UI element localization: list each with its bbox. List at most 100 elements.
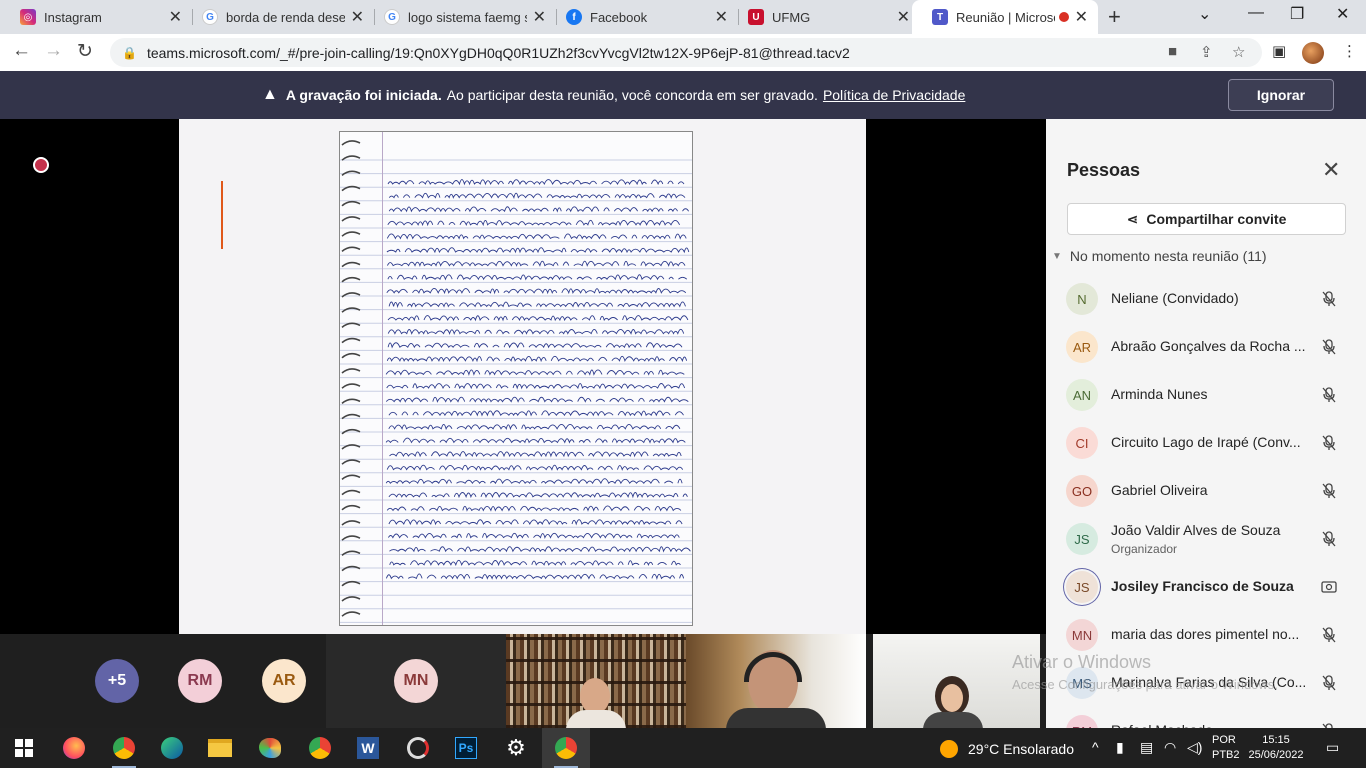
settings-gear-icon[interactable]: ⚙	[492, 728, 540, 768]
new-tab-button[interactable]: +	[1108, 4, 1121, 30]
participant-name: Arminda Nunes	[1111, 386, 1208, 402]
privacy-policy-link[interactable]: Política de Privacidade	[823, 87, 965, 103]
close-icon[interactable]: ✕	[351, 7, 364, 27]
participant-row[interactable]: RMRafael Machado	[1046, 707, 1366, 728]
mic-muted-icon	[1320, 434, 1338, 452]
back-button[interactable]: ←	[12, 40, 31, 62]
participant-name: Josiley Francisco de Souza	[1111, 578, 1294, 594]
volume-icon[interactable]: ◁)	[1187, 739, 1202, 756]
chevron-up-icon[interactable]: ^	[1092, 739, 1099, 755]
wifi-icon[interactable]: ◠	[1164, 739, 1176, 756]
notifications-icon[interactable]: ▭	[1326, 739, 1339, 756]
people-panel: Pessoas ✕ ⋖ Compartilhar convite ▼ No mo…	[1046, 119, 1366, 728]
close-panel-icon[interactable]: ✕	[1322, 157, 1340, 183]
participant-name: maria das dores pimentel no...	[1111, 626, 1300, 642]
tab-facebook[interactable]: f Facebook ✕	[546, 0, 738, 34]
chevron-down-icon: ▼	[1052, 250, 1062, 262]
participant-tile-mn[interactable]: MN	[326, 634, 506, 728]
photoshop-icon[interactable]: Ps	[442, 728, 490, 768]
minimize-icon[interactable]: —	[1248, 4, 1264, 22]
recording-indicator-icon	[1058, 12, 1069, 22]
participant-row[interactable]: CI Circuito Lago de Irapé (Conv...	[1046, 419, 1366, 467]
gallery-avatar-ar[interactable]: AR	[262, 659, 306, 703]
participant-role: Organizador	[1111, 542, 1178, 556]
printer-icon[interactable]: ▤	[1140, 739, 1153, 756]
browser-tab-strip: ◎ Instagram ✕ G borda de renda desenho ✕…	[0, 0, 1366, 34]
participant-name: Circuito Lago de Irapé (Conv...	[1111, 434, 1301, 450]
window-close-icon[interactable]: ✕	[1336, 4, 1349, 24]
reload-button[interactable]: ↻	[77, 40, 93, 63]
tab-teams[interactable]: T Reunião | Microsoft Teams ✕	[912, 0, 1098, 34]
omnibox[interactable]: 🔒 teams.microsoft.com/_#/pre-join-callin…	[110, 38, 1262, 67]
participant-video-2[interactable]	[686, 634, 866, 728]
tab-instagram[interactable]: ◎ Instagram ✕	[0, 0, 192, 34]
clock[interactable]: 15:15 25/06/2022	[1248, 733, 1304, 763]
close-icon[interactable]: ✕	[169, 7, 182, 27]
more-participants-button[interactable]: +5	[95, 659, 139, 703]
share-invite-button[interactable]: ⋖ Compartilhar convite	[1067, 203, 1346, 235]
avatar: RM	[1066, 715, 1098, 728]
participant-row[interactable]: GO Gabriel Oliveira	[1046, 467, 1366, 515]
notebook-margin-line	[382, 132, 383, 625]
spiral-binding	[341, 140, 361, 617]
notebook-lines	[340, 159, 692, 623]
tab-google-borda[interactable]: G borda de renda desenho ✕	[182, 0, 374, 34]
participant-row[interactable]: AR Abraão Gonçalves da Rocha ...	[1046, 323, 1366, 371]
chrome-active-icon[interactable]	[542, 728, 590, 768]
ignore-button[interactable]: Ignorar	[1228, 79, 1334, 111]
file-explorer-icon[interactable]	[196, 728, 244, 768]
activation-watermark-text: Acesse Configurações para ativar o Windo…	[1012, 677, 1278, 692]
close-icon[interactable]: ✕	[1075, 7, 1088, 27]
bookmark-star-icon[interactable]: ☆	[1232, 43, 1245, 61]
participant-row[interactable]: N Neliane (Convidado)	[1046, 275, 1366, 323]
avatar: N	[1066, 283, 1098, 315]
tab-search-icon[interactable]: ⌄	[1198, 4, 1211, 24]
tab-google-logo[interactable]: G logo sistema faemg senar ✕	[364, 0, 556, 34]
firefox-icon[interactable]	[50, 728, 98, 768]
corel-icon[interactable]	[394, 728, 442, 768]
profile-avatar[interactable]	[1302, 42, 1324, 64]
share-icon[interactable]: ⇪	[1200, 43, 1213, 61]
weather-widget[interactable]: 29°C Ensolarado	[940, 740, 1074, 758]
ufmg-icon: U	[748, 9, 764, 25]
in-meeting-section-header[interactable]: ▼ No momento nesta reunião (11)	[1052, 248, 1267, 264]
start-button[interactable]	[0, 728, 48, 768]
edge-icon[interactable]	[148, 728, 196, 768]
recording-banner-text: ▲ A gravação foi iniciada. Ao participar…	[262, 86, 966, 103]
mic-muted-icon	[1320, 338, 1338, 356]
forward-button[interactable]: →	[44, 40, 63, 62]
mic-muted-icon	[1320, 386, 1338, 404]
recording-banner: ▲ A gravação foi iniciada. Ao participar…	[0, 71, 1366, 119]
close-icon[interactable]: ✕	[533, 7, 546, 27]
camera-icon[interactable]: ■	[1168, 43, 1177, 60]
handwritten-notebook-page	[339, 131, 693, 626]
tab-ufmg[interactable]: U UFMG ✕	[728, 0, 920, 34]
avatar: AR	[1066, 331, 1098, 363]
chrome-profile-icon[interactable]	[100, 728, 148, 768]
screen-share-icon	[1320, 578, 1338, 596]
lock-icon: 🔒	[122, 45, 137, 60]
mic-muted-icon	[1320, 530, 1338, 548]
menu-icon[interactable]: ⋮	[1342, 42, 1357, 60]
recording-icon	[33, 157, 49, 173]
close-icon[interactable]: ✕	[897, 7, 910, 27]
participant-row[interactable]: AN Arminda Nunes	[1046, 371, 1366, 419]
panel-title: Pessoas	[1067, 160, 1141, 180]
annotation-mark	[221, 181, 223, 249]
participant-video-1[interactable]	[506, 634, 686, 728]
gallery-avatar-rm[interactable]: RM	[178, 659, 222, 703]
paint-icon[interactable]	[246, 728, 294, 768]
microphone-icon[interactable]: ▮	[1116, 739, 1124, 756]
side-panel-icon[interactable]: ▣	[1272, 42, 1286, 60]
chrome-icon[interactable]	[296, 728, 344, 768]
close-icon[interactable]: ✕	[715, 7, 728, 27]
participant-row[interactable]: JS Josiley Francisco de Souza	[1046, 563, 1366, 611]
activation-watermark-title: Ativar o Windows	[1012, 652, 1152, 672]
address-bar-row: ← → ↻ 🔒 teams.microsoft.com/_#/pre-join-…	[0, 34, 1366, 71]
participant-row[interactable]: JS João Valdir Alves de Souza Organizador	[1046, 515, 1366, 563]
mic-muted-icon	[1320, 626, 1338, 644]
shared-document	[179, 119, 866, 634]
word-icon[interactable]: W	[344, 728, 392, 768]
language-indicator[interactable]: POR PTB2	[1212, 733, 1240, 763]
maximize-icon[interactable]: ❐	[1290, 4, 1304, 24]
